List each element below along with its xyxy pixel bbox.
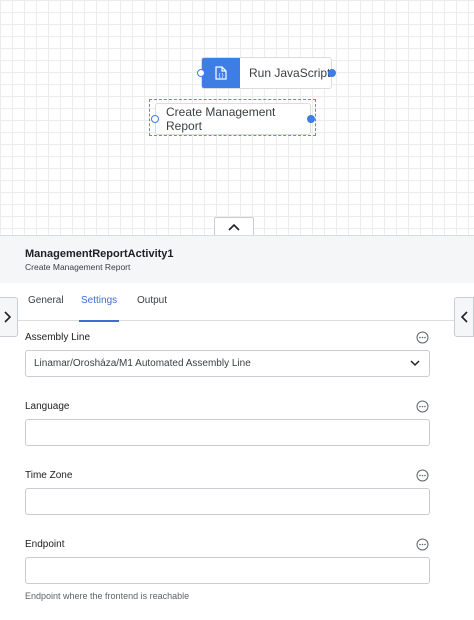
chevron-right-icon xyxy=(4,311,11,323)
input-port[interactable] xyxy=(151,115,159,123)
language-input[interactable] xyxy=(25,419,430,446)
language-label: Language xyxy=(25,401,70,412)
svg-text:{}: {} xyxy=(218,73,224,79)
more-options-icon[interactable] xyxy=(416,469,429,482)
chevron-up-icon xyxy=(228,223,240,231)
endpoint-input[interactable] xyxy=(25,557,430,584)
expand-left-panel-button[interactable] xyxy=(0,297,18,337)
tab-settings[interactable]: Settings xyxy=(78,295,120,322)
script-icon: {} xyxy=(202,58,240,88)
assembly-line-value: Linamar/Orosháza/M1 Automated Assembly L… xyxy=(34,358,251,369)
properties-panel-header: ManagementReportActivity1 Create Managem… xyxy=(0,235,474,283)
assembly-line-label: Assembly Line xyxy=(25,332,91,343)
output-port[interactable] xyxy=(328,69,336,77)
chevron-down-icon xyxy=(410,360,420,367)
time-zone-label: Time Zone xyxy=(25,470,73,481)
workflow-canvas[interactable]: {} Run JavaScript Create Management Repo… xyxy=(0,0,474,235)
input-port[interactable] xyxy=(197,69,205,77)
expand-right-panel-button[interactable] xyxy=(454,297,474,337)
chevron-left-icon xyxy=(460,311,468,323)
create-management-report-node[interactable]: Create Management Report xyxy=(151,103,315,135)
more-options-icon[interactable] xyxy=(416,400,429,413)
assembly-line-select[interactable]: Linamar/Orosháza/M1 Automated Assembly L… xyxy=(25,350,430,377)
run-javascript-node[interactable]: {} Run JavaScript xyxy=(197,57,336,89)
panel-subtitle: Create Management Report xyxy=(25,262,131,272)
output-port[interactable] xyxy=(307,115,315,123)
panel-title: ManagementReportActivity1 xyxy=(25,248,174,260)
tab-general[interactable]: General xyxy=(28,295,64,321)
collapse-panel-button[interactable] xyxy=(214,217,254,235)
panel-tabs: General Settings Output xyxy=(0,283,474,322)
endpoint-label: Endpoint xyxy=(25,539,65,550)
endpoint-hint: Endpoint where the frontend is reachable xyxy=(25,591,190,601)
tab-output[interactable]: Output xyxy=(137,295,167,321)
more-options-icon[interactable] xyxy=(416,538,429,551)
node-label: Run JavaScript xyxy=(249,66,331,80)
node-label: Create Management Report xyxy=(166,105,276,133)
time-zone-input[interactable] xyxy=(25,488,430,515)
more-options-icon[interactable] xyxy=(416,331,429,344)
